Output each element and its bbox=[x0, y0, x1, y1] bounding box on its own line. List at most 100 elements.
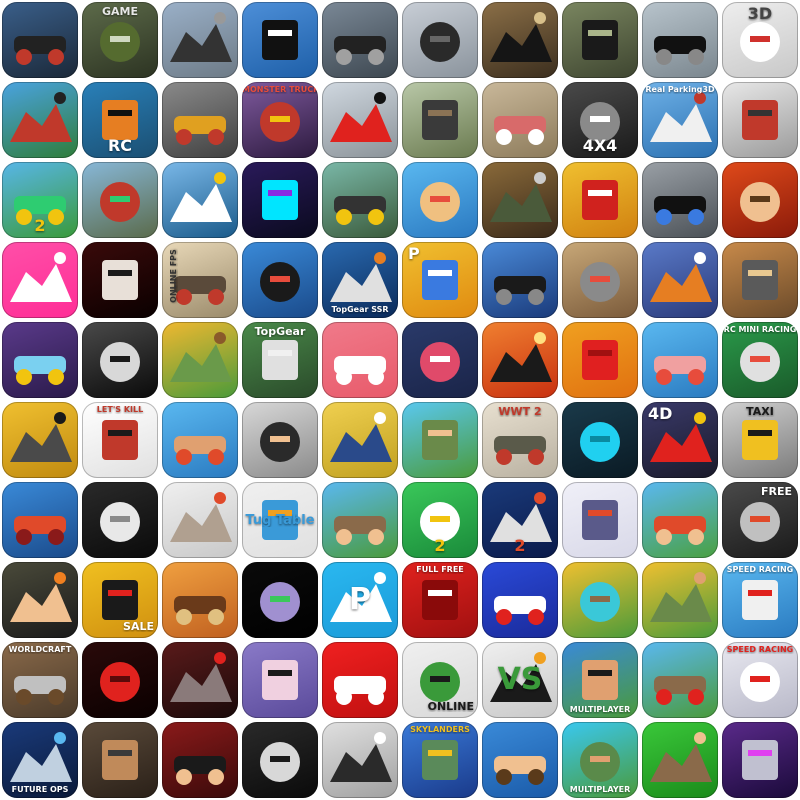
app-icon-cell[interactable] bbox=[720, 720, 800, 800]
husky-puppy-icon[interactable] bbox=[322, 722, 398, 798]
app-icon-cell[interactable] bbox=[240, 160, 320, 240]
desert-buggy-icon[interactable] bbox=[722, 242, 798, 318]
goat-simulator-icon[interactable] bbox=[82, 482, 158, 558]
blocky-kid-icon[interactable] bbox=[642, 482, 718, 558]
army-jeep-game-icon[interactable]: GAME bbox=[82, 2, 158, 78]
stunt-bike-icon[interactable] bbox=[642, 242, 718, 318]
monster-truck-icon[interactable] bbox=[2, 2, 78, 78]
taxi-driver-icon[interactable]: TAXI bbox=[722, 402, 798, 478]
future-ops-online-icon[interactable]: FUTURE OPS bbox=[2, 722, 78, 798]
app-icon-cell[interactable] bbox=[560, 0, 640, 80]
red-supercar-4d-icon[interactable]: 4D bbox=[642, 402, 718, 478]
app-icon-cell[interactable]: 2 bbox=[400, 480, 480, 560]
hill-racer-2-icon[interactable]: 2 bbox=[2, 162, 78, 238]
agent-bat-icon[interactable] bbox=[162, 722, 238, 798]
app-icon-cell[interactable]: MONSTER TRUCK bbox=[240, 80, 320, 160]
naval-anchors-2-icon[interactable]: 2 bbox=[482, 482, 558, 558]
classic-car-icon[interactable] bbox=[482, 82, 558, 158]
app-icon-cell[interactable]: Real Parking3D bbox=[640, 80, 720, 160]
app-icon-cell[interactable] bbox=[480, 320, 560, 400]
app-icon-cell[interactable] bbox=[0, 80, 80, 160]
app-icon-cell[interactable]: WORLDCRAFT bbox=[0, 640, 80, 720]
app-icon-cell[interactable]: 4D bbox=[640, 400, 720, 480]
app-icon-cell[interactable] bbox=[480, 0, 560, 80]
tug-table-icon[interactable]: Tug Table bbox=[242, 482, 318, 558]
app-icon-cell[interactable]: GAME bbox=[80, 0, 160, 80]
app-icon-cell[interactable]: FULL FREE bbox=[400, 560, 480, 640]
ww-tanks-2-icon[interactable]: WWT 2 bbox=[482, 402, 558, 478]
bomb-vs-icon[interactable]: VS bbox=[482, 642, 558, 718]
rocket-launch-icon[interactable] bbox=[482, 322, 558, 398]
police-chase-icon[interactable] bbox=[642, 162, 718, 238]
app-icon-cell[interactable] bbox=[80, 720, 160, 800]
burning-hand-icon[interactable] bbox=[2, 562, 78, 638]
skylanders-icon[interactable]: SKYLANDERS bbox=[402, 722, 478, 798]
app-icon-cell[interactable]: TopGear SSR bbox=[320, 240, 400, 320]
app-icon-cell[interactable]: MULTIPLAYER bbox=[560, 640, 640, 720]
app-icon-cell[interactable]: SKYLANDERS bbox=[400, 720, 480, 800]
parking-buggy-icon[interactable]: P bbox=[402, 242, 478, 318]
blocky-agent-icon[interactable] bbox=[242, 402, 318, 478]
app-icon-cell[interactable] bbox=[400, 400, 480, 480]
app-icon-cell[interactable] bbox=[640, 240, 720, 320]
app-icon-cell[interactable]: 3D bbox=[720, 0, 800, 80]
kart-kid-icon[interactable] bbox=[402, 162, 478, 238]
app-icon-cell[interactable] bbox=[640, 0, 720, 80]
app-icon-cell[interactable] bbox=[320, 720, 400, 800]
app-icon-cell[interactable] bbox=[480, 240, 560, 320]
red-parkour-icon[interactable] bbox=[322, 642, 398, 718]
multiplayer-creative-shooter-icon[interactable]: MULTIPLAYER bbox=[562, 642, 638, 718]
online-fps-icon[interactable]: ONLINE FPS bbox=[162, 242, 238, 318]
fire-truck-icon[interactable] bbox=[562, 162, 638, 238]
blocky-sniper-icon[interactable] bbox=[562, 562, 638, 638]
neon-rider-icon[interactable] bbox=[242, 162, 318, 238]
tank-race-icon[interactable] bbox=[82, 162, 158, 238]
app-icon-cell[interactable] bbox=[160, 0, 240, 80]
app-icon-cell[interactable]: TAXI bbox=[720, 400, 800, 480]
app-icon-cell[interactable]: SALE bbox=[80, 560, 160, 640]
app-icon-cell[interactable] bbox=[640, 320, 720, 400]
soldier-gunner-icon[interactable] bbox=[2, 402, 78, 478]
app-icon-cell[interactable] bbox=[320, 400, 400, 480]
app-icon-cell[interactable] bbox=[0, 0, 80, 80]
app-icon-cell[interactable]: LET'S KILL bbox=[80, 400, 160, 480]
app-icon-cell[interactable] bbox=[240, 0, 320, 80]
app-icon-cell[interactable] bbox=[240, 640, 320, 720]
cat-gunner-icon[interactable] bbox=[162, 482, 238, 558]
offroad-desert-icon[interactable] bbox=[402, 82, 478, 158]
real-parking-3d-icon[interactable]: Real Parking3D bbox=[642, 82, 718, 158]
app-icon-cell[interactable] bbox=[240, 560, 320, 640]
app-icon-cell[interactable] bbox=[560, 560, 640, 640]
app-icon-cell[interactable] bbox=[400, 320, 480, 400]
sports-car-road-icon[interactable] bbox=[322, 2, 398, 78]
horror-mask-icon[interactable] bbox=[82, 322, 158, 398]
app-icon-cell[interactable] bbox=[320, 480, 400, 560]
app-icon-cell[interactable] bbox=[0, 480, 80, 560]
target-circle-icon[interactable] bbox=[402, 322, 478, 398]
red-tractor-icon[interactable] bbox=[2, 82, 78, 158]
app-icon-cell[interactable] bbox=[160, 720, 240, 800]
blocky-zombie-icon[interactable] bbox=[162, 322, 238, 398]
parking-p-icon[interactable]: P bbox=[322, 562, 398, 638]
app-icon-cell[interactable]: P bbox=[400, 240, 480, 320]
app-icon-cell[interactable] bbox=[240, 400, 320, 480]
highway-drive-icon[interactable] bbox=[322, 162, 398, 238]
blocky-sword-icon[interactable] bbox=[642, 642, 718, 718]
kawaii-blob-icon[interactable] bbox=[242, 642, 318, 718]
neon-shard-icon[interactable] bbox=[562, 402, 638, 478]
pixel-robot-icon[interactable] bbox=[2, 322, 78, 398]
app-icon-cell[interactable] bbox=[320, 640, 400, 720]
app-icon-cell[interactable]: RC bbox=[80, 80, 160, 160]
app-icon-cell[interactable]: TopGear bbox=[240, 320, 320, 400]
app-icon-cell[interactable]: FUTURE OPS bbox=[0, 720, 80, 800]
app-icon-cell[interactable] bbox=[560, 400, 640, 480]
topgear-caravan-icon[interactable]: TopGear bbox=[242, 322, 318, 398]
app-icon-cell[interactable]: 4X4 bbox=[560, 80, 640, 160]
app-icon-cell[interactable] bbox=[0, 320, 80, 400]
app-icon-cell[interactable] bbox=[0, 560, 80, 640]
red-sportscar-icon[interactable] bbox=[322, 82, 398, 158]
app-icon-cell[interactable] bbox=[80, 480, 160, 560]
app-icon-cell[interactable] bbox=[80, 240, 160, 320]
bowling-boy-icon[interactable] bbox=[482, 722, 558, 798]
topgear-ssr-icon[interactable]: TopGear SSR bbox=[322, 242, 398, 318]
